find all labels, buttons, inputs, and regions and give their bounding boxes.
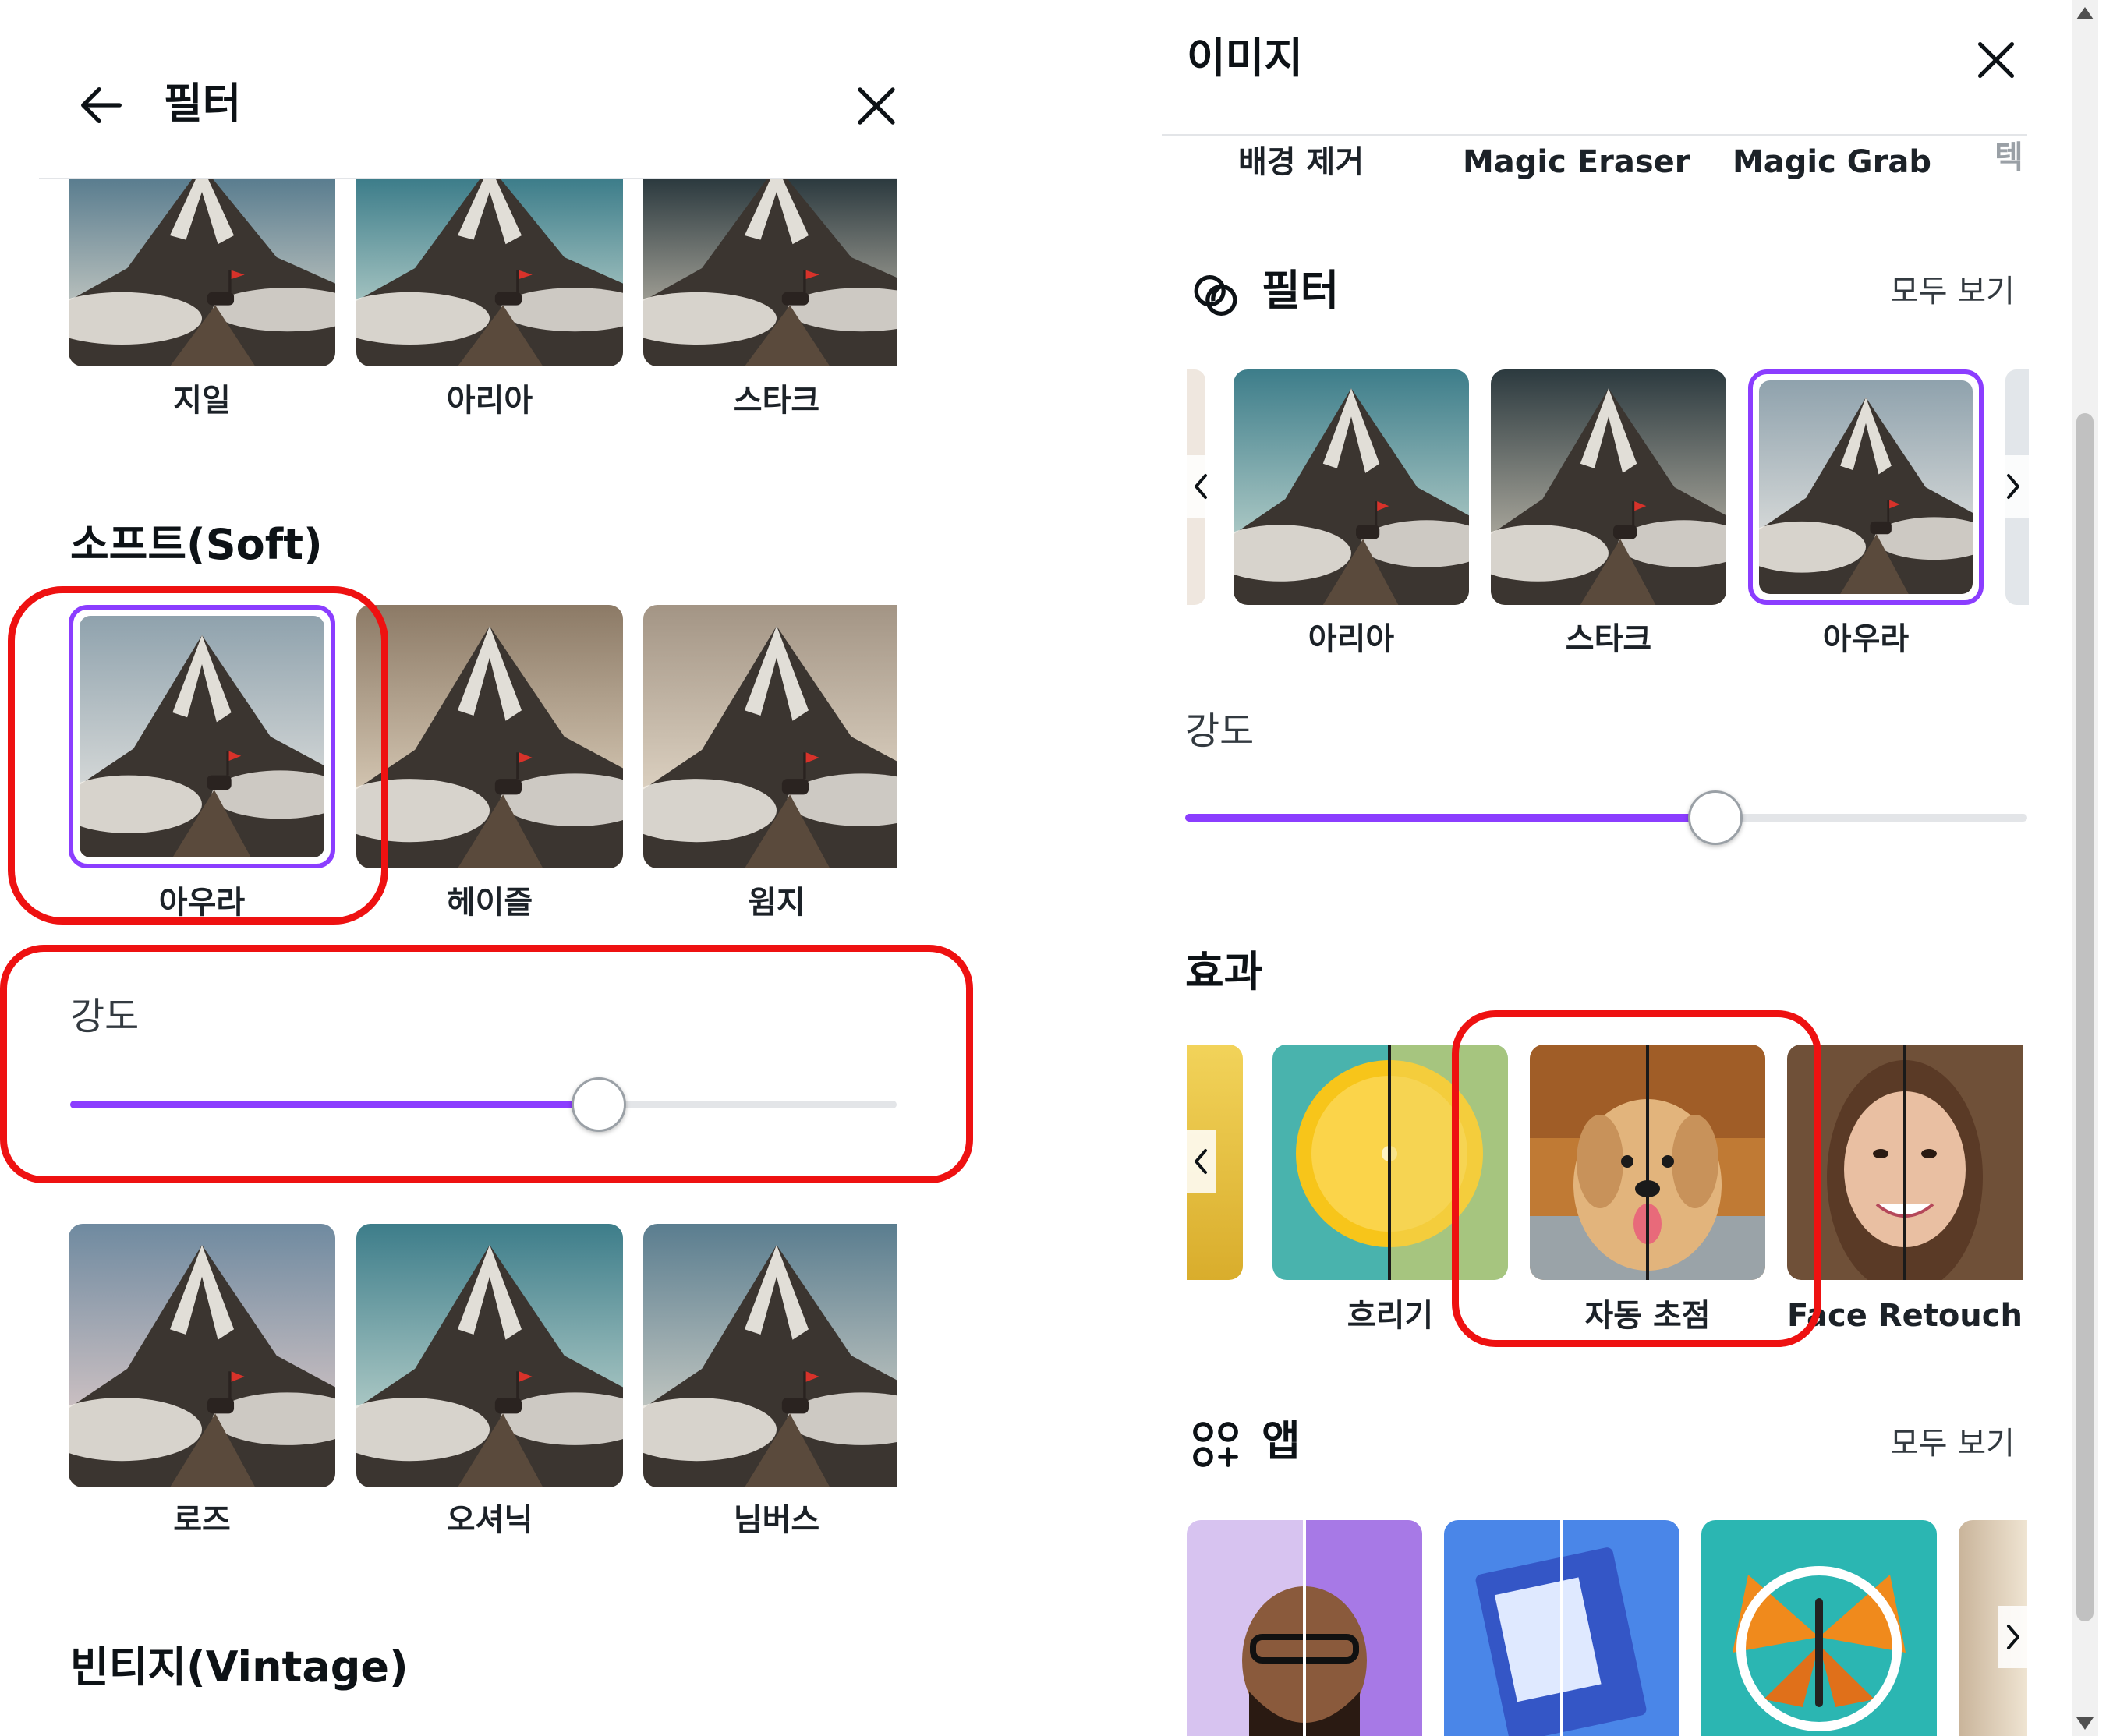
app-thumb-portrait[interactable] [1187, 1520, 1422, 1736]
section-title-vintage: 빈티지(Vintage) [70, 1642, 409, 1692]
filter-thumb-stark[interactable] [643, 179, 897, 366]
filter-thumb-stark[interactable] [1491, 369, 1726, 605]
apps-grid-icon [1193, 1422, 1238, 1467]
effect-thumb-face-retouch[interactable] [1787, 1045, 2023, 1280]
strength-label: 강도 [1185, 709, 1255, 753]
filter-caption: 스타크 [733, 383, 820, 419]
filter-preview-image [69, 179, 335, 366]
panel-title: 필터 [164, 79, 242, 128]
chevron-right-icon [2007, 474, 2019, 499]
panel-title: 이미지 [1187, 34, 1304, 83]
filter-preview-image [1491, 369, 1726, 605]
filter-preview-image [643, 605, 897, 868]
scrollbar-thumb[interactable] [2076, 413, 2094, 1621]
highlight-autofocus-effect [1452, 1010, 1821, 1347]
filter-caption: 오셔닉 [446, 1502, 533, 1538]
arrow-left-icon [81, 87, 122, 124]
strength-slider-fill [1185, 814, 1715, 822]
filter-preview-image [643, 1224, 897, 1487]
header-divider [1162, 134, 2027, 136]
close-button[interactable] [848, 78, 904, 134]
close-icon [858, 87, 895, 125]
filter-section-icon [1188, 268, 1243, 323]
triangle-up-icon [2076, 7, 2094, 19]
filter-caption: 로즈 [173, 1502, 231, 1538]
section-title-soft: 소프트(Soft) [70, 520, 323, 569]
effect-caption: Face Retouch [1787, 1298, 2023, 1334]
app-preview-image [1701, 1520, 1937, 1736]
section-title-apps: 앱 [1262, 1416, 1301, 1466]
effects-prev-button[interactable] [1185, 1130, 1216, 1193]
strength-slider-handle[interactable] [1688, 790, 1743, 845]
chevron-left-icon [1195, 1149, 1207, 1174]
face-preview-image [1787, 1045, 2023, 1280]
chevron-left-icon [1195, 474, 1207, 499]
filter-preview-image [643, 179, 897, 366]
filter-thumb-aura[interactable] [1759, 380, 1973, 594]
right-panel: 이미지 배경 제거 Magic Eraser Magic Grab 텍 필터 모… [1162, 0, 2106, 1736]
filter-caption: 윔지 [748, 885, 805, 921]
filter-preview-image [1759, 380, 1973, 594]
app-preview-image [1187, 1520, 1422, 1736]
scroll-down-arrow[interactable] [2074, 1715, 2096, 1732]
filter-caption: 아리아 [446, 383, 533, 419]
filter-thumb-hazel[interactable] [356, 605, 623, 868]
section-title-effects: 효과 [1185, 947, 1263, 996]
filter-caption: 님버스 [733, 1502, 820, 1538]
filter-caption: 아리아 [1308, 621, 1395, 657]
filter-preview-image [1234, 369, 1469, 605]
filter-thumb-aria[interactable] [356, 179, 623, 366]
see-all-apps-link[interactable]: 모두 보기 [1890, 1428, 2015, 1459]
filter-circles-icon [1194, 275, 1237, 316]
apps-next-button[interactable] [1998, 1606, 2029, 1668]
filter-thumb-whimsy[interactable] [643, 605, 897, 868]
app-thumb-notebook[interactable] [1444, 1520, 1679, 1736]
highlight-aura-filter [8, 586, 388, 925]
filter-preview-image [356, 605, 623, 868]
app-thumb-butterfly[interactable] [1701, 1520, 1937, 1736]
filter-preview-image [69, 1224, 335, 1487]
filter-caption: 아우라 [1822, 621, 1910, 657]
tab-magic-grab[interactable]: Magic Grab [1733, 147, 1931, 178]
filter-caption: 헤이즐 [446, 885, 533, 921]
app-preview-image [1444, 1520, 1679, 1736]
tab-text-partial[interactable]: 텍 [1995, 142, 2023, 173]
close-button[interactable] [1969, 33, 2023, 87]
close-icon [1977, 41, 2015, 79]
see-all-filters-link[interactable]: 모두 보기 [1890, 276, 2015, 307]
tab-magic-eraser[interactable]: Magic Eraser [1463, 147, 1690, 178]
scroll-up-arrow[interactable] [2074, 5, 2096, 22]
left-panel: 필터 지일 아리아 스타크 소프트(Soft) 아우라 헤이즐 윔지 강도 로즈… [0, 0, 1006, 1736]
filter-thumb-aria[interactable] [1234, 369, 1469, 605]
apps-section-icon [1188, 1417, 1243, 1472]
triangle-down-icon [2076, 1717, 2094, 1730]
filter-thumb-oceanic[interactable] [356, 1224, 623, 1487]
carousel-prev-button[interactable] [1185, 455, 1216, 518]
filter-thumb-nimbus[interactable] [643, 1224, 897, 1487]
filter-preview-image [356, 179, 623, 366]
chevron-right-icon [2007, 1625, 2019, 1649]
filter-caption: 스타크 [1565, 621, 1652, 657]
tab-background-remove[interactable]: 배경 제거 [1238, 147, 1364, 178]
filter-thumb-rose[interactable] [69, 1224, 335, 1487]
filter-preview-image [356, 1224, 623, 1487]
filter-caption: 지일 [173, 383, 231, 419]
carousel-next-button[interactable] [1998, 455, 2029, 518]
back-button[interactable] [74, 78, 129, 133]
highlight-strength-slider [0, 945, 973, 1183]
filter-thumb-ziil[interactable] [69, 179, 335, 366]
section-title-filter: 필터 [1262, 266, 1340, 315]
